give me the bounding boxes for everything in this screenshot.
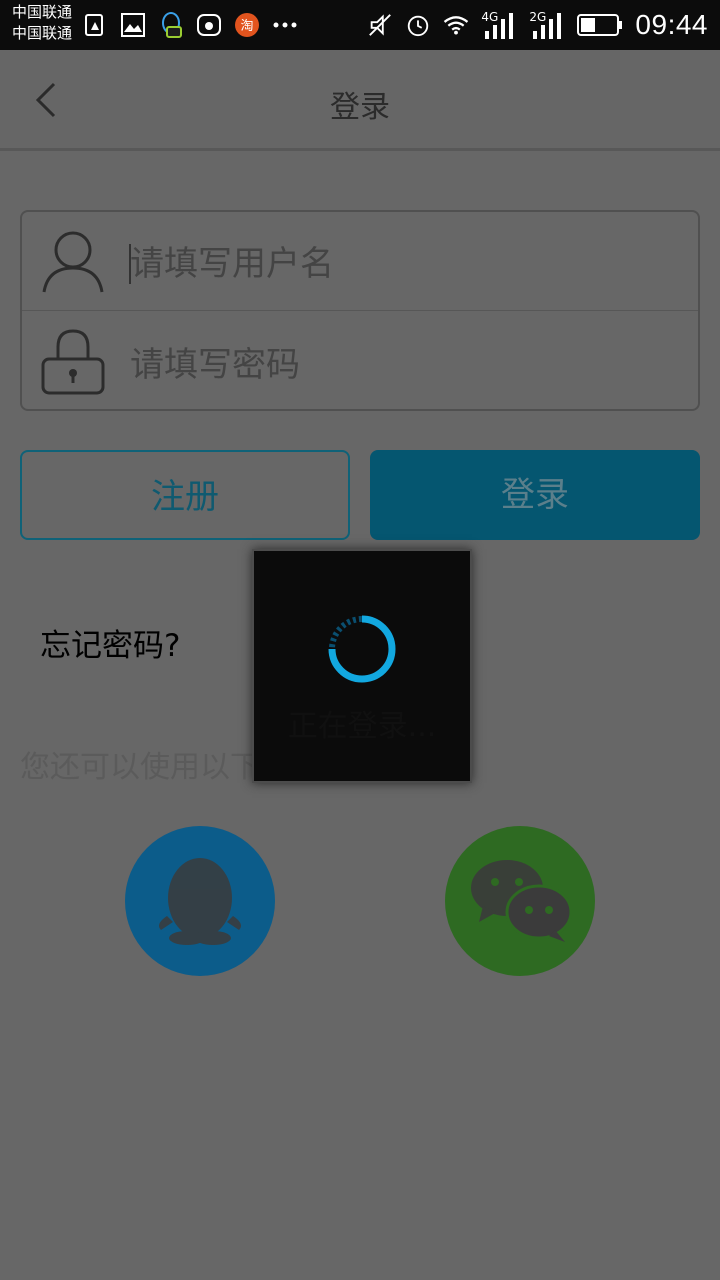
login-button[interactable]: 登录: [370, 450, 700, 540]
carrier-1: 中国联通: [12, 3, 73, 21]
mute-icon: [367, 12, 393, 38]
signal-2g-icon: 2G: [529, 10, 565, 39]
notification-icons: 淘: [82, 10, 298, 40]
signal-4g-icon: 4G: [481, 10, 517, 39]
status-bar: 中国联通 中国联通 淘 4G 2G 09:44: [0, 0, 720, 50]
loading-dialog: 正在登录...: [252, 549, 472, 783]
username-row: 请填写用户名: [22, 212, 698, 311]
password-input[interactable]: 请填写密码: [130, 313, 300, 411]
username-input[interactable]: 请填写用户名: [130, 212, 334, 310]
alarm-icon: [405, 12, 431, 38]
carrier-2: 中国联通: [12, 24, 73, 42]
user-icon: [40, 228, 106, 294]
page-title: 登录: [330, 90, 390, 125]
battery-icon: [577, 12, 623, 38]
huawei-store-icon: [196, 12, 222, 38]
loading-text: 正在登录...: [287, 709, 437, 744]
app-header: 登录: [0, 50, 720, 151]
register-button[interactable]: 注册: [20, 450, 350, 540]
gallery-icon: [120, 12, 146, 38]
qq-notification-icon: [158, 12, 184, 38]
wifi-icon: [443, 12, 469, 38]
password-row: 请填写密码: [22, 313, 698, 411]
svg-text:淘: 淘: [240, 19, 253, 34]
loading-spinner-icon: [324, 611, 400, 687]
taobao-icon: 淘: [234, 12, 260, 38]
wechat-icon: [471, 860, 573, 942]
carrier-labels: 中国联通 中国联通: [12, 2, 72, 44]
clock: 09:44: [635, 9, 708, 40]
qq-icon: [159, 858, 241, 945]
qq-login-button[interactable]: [125, 826, 275, 976]
forgot-password-link[interactable]: 忘记密码?: [40, 620, 180, 665]
sim-card-warning-icon: [82, 12, 108, 38]
system-icons: 4G 2G 09:44: [367, 0, 708, 50]
more-dots-icon: [272, 12, 298, 38]
login-form: 请填写用户名 请填写密码: [20, 210, 700, 411]
wechat-login-button[interactable]: [445, 826, 595, 976]
lock-icon: [40, 329, 106, 395]
